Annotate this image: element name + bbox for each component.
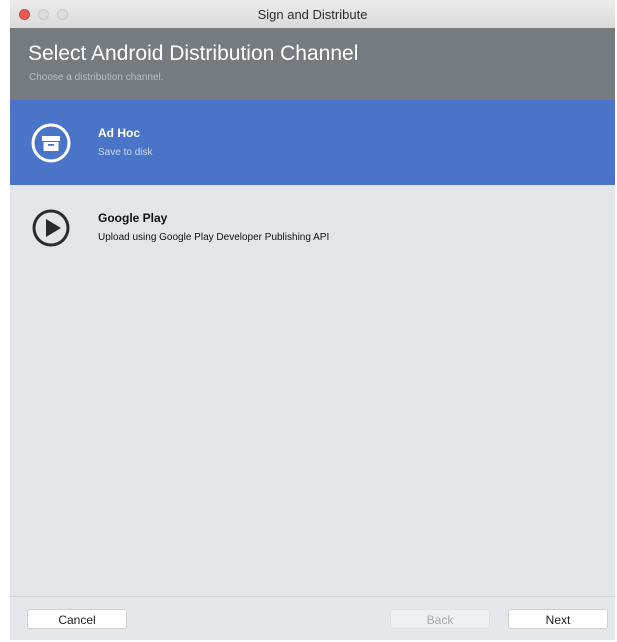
channel-item-google-play[interactable]: Google Play Upload using Google Play Dev… [10,185,615,270]
sign-and-distribute-window: Sign and Distribute Select Android Distr… [10,0,615,640]
page-header: Select Android Distribution Channel Choo… [10,28,615,100]
title-bar: Sign and Distribute [10,0,615,29]
page-title: Select Android Distribution Channel [28,42,359,65]
window-title: Sign and Distribute [257,7,368,22]
archive-box-icon [30,122,72,164]
page-subtitle: Choose a distribution channel. [29,72,164,83]
channel-description: Upload using Google Play Developer Publi… [98,232,330,243]
play-icon [30,207,72,249]
dialog-footer: Cancel Back Next [10,596,615,640]
back-button[interactable]: Back [390,609,490,629]
channel-description: Save to disk [98,147,153,158]
channel-name: Google Play [98,211,168,225]
channel-item-ad-hoc[interactable]: Ad Hoc Save to disk [10,100,615,185]
next-button[interactable]: Next [508,609,608,629]
cancel-button[interactable]: Cancel [27,609,127,629]
channel-name: Ad Hoc [98,126,140,140]
